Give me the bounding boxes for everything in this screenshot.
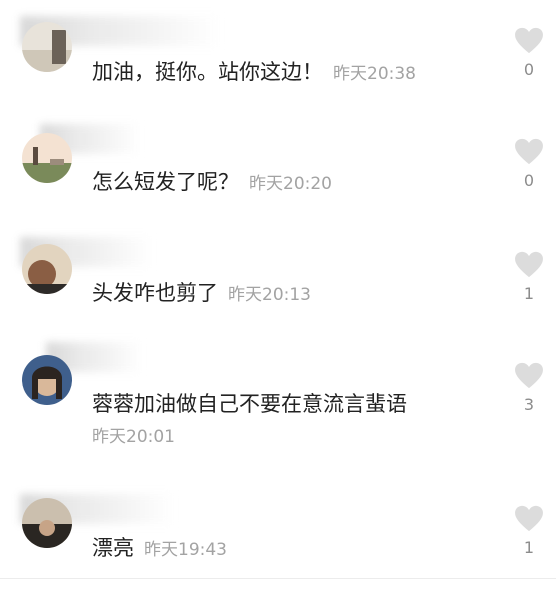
like-count: 3 xyxy=(523,395,535,414)
comment-text: 头发咋也剪了 xyxy=(92,281,218,305)
like-count: 1 xyxy=(523,538,535,557)
like-button[interactable]: 0 xyxy=(509,27,549,97)
avatar[interactable] xyxy=(22,355,72,405)
comment-time: 昨天20:20 xyxy=(249,174,332,194)
avatar[interactable] xyxy=(22,22,72,72)
comment-line: 怎么短发了呢？ 昨天20:20 xyxy=(92,168,332,198)
avatar[interactable] xyxy=(22,133,72,183)
like-count: 1 xyxy=(523,284,535,303)
like-button[interactable]: 0 xyxy=(509,138,549,208)
comment-text: 怎么短发了呢？ xyxy=(92,170,239,194)
comment-time: 昨天20:01 xyxy=(92,427,175,447)
heart-icon xyxy=(515,251,543,278)
comment-line: 头发咋也剪了 昨天20:13 xyxy=(92,279,311,309)
heart-icon xyxy=(515,505,543,532)
comment-time: 昨天20:38 xyxy=(333,64,416,84)
like-button[interactable]: 3 xyxy=(509,362,549,432)
comment-time: 昨天20:13 xyxy=(228,285,311,305)
comment-line: 漂亮 昨天19:43 xyxy=(92,534,227,564)
comment-text: 漂亮 xyxy=(92,536,134,560)
avatar[interactable] xyxy=(22,498,72,548)
divider xyxy=(0,578,556,579)
like-button[interactable]: 1 xyxy=(509,251,549,321)
comment-line: 蓉蓉加油做自己不要在意流言蜚语 xyxy=(92,390,417,418)
comment-time: 昨天19:43 xyxy=(144,540,227,560)
like-count: 0 xyxy=(523,171,535,190)
like-count: 0 xyxy=(523,60,535,79)
comment-text: 加油，挺你。站你这边！ xyxy=(92,60,323,84)
comment-text: 蓉蓉加油做自己不要在意流言蜚语 xyxy=(92,392,407,416)
heart-icon xyxy=(515,138,543,165)
comment-line: 加油，挺你。站你这边！ 昨天20:38 xyxy=(92,58,416,88)
like-button[interactable]: 1 xyxy=(509,505,549,575)
avatar[interactable] xyxy=(22,244,72,294)
heart-icon xyxy=(515,27,543,54)
heart-icon xyxy=(515,362,543,389)
